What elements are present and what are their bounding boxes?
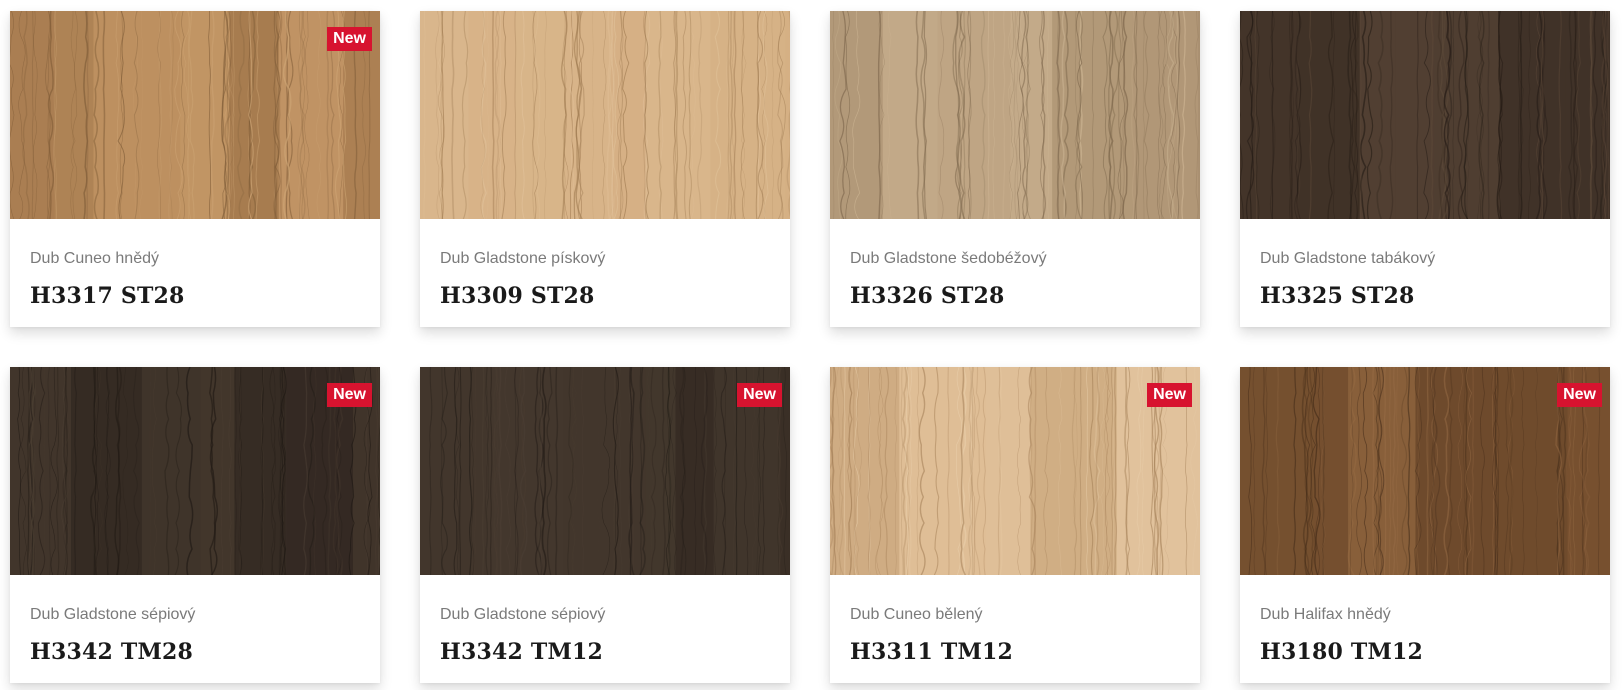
product-card-body: Dub Gladstone sépiový H3342 TM12 <box>420 575 790 683</box>
wood-swatch-image[interactable] <box>420 367 790 575</box>
product-name: Dub Cuneo hnědý <box>30 250 159 267</box>
product-card-body: Dub Gladstone tabákový H3325 ST28 <box>1240 219 1610 327</box>
product-code: H3342 TM28 <box>30 639 194 665</box>
product-card[interactable]: Dub Gladstone pískový H3309 ST28 <box>420 11 790 327</box>
new-badge: New <box>327 27 372 51</box>
new-badge: New <box>737 383 782 407</box>
product-name: Dub Halifax hnědý <box>1260 606 1391 623</box>
product-card[interactable]: New Dub Gladstone sépiový H3342 TM12 <box>420 367 790 683</box>
product-name: Dub Gladstone šedobéžový <box>850 250 1047 267</box>
product-code: H3317 ST28 <box>30 283 185 309</box>
product-card-body: Dub Gladstone pískový H3309 ST28 <box>420 219 790 327</box>
product-card-body: Dub Cuneo hnědý H3317 ST28 <box>10 219 380 327</box>
new-badge: New <box>1557 383 1602 407</box>
new-badge: New <box>1147 383 1192 407</box>
new-badge: New <box>327 383 372 407</box>
product-card[interactable]: New Dub Halifax hnědý H3180 TM12 <box>1240 367 1610 683</box>
wood-swatch-image[interactable] <box>1240 367 1610 575</box>
product-name: Dub Cuneo bělený <box>850 606 983 623</box>
product-name: Dub Gladstone sépiový <box>440 606 606 623</box>
product-name: Dub Gladstone pískový <box>440 250 606 267</box>
product-code: H3180 TM12 <box>1260 639 1424 665</box>
wood-swatch-image[interactable] <box>10 11 380 219</box>
product-code: H3311 TM12 <box>850 639 1014 665</box>
wood-swatch-image[interactable] <box>420 11 790 219</box>
product-code: H3342 TM12 <box>440 639 604 665</box>
wood-swatch-image[interactable] <box>830 367 1200 575</box>
product-card[interactable]: New Dub Cuneo bělený H3311 TM12 <box>830 367 1200 683</box>
product-card-body: Dub Gladstone sépiový H3342 TM28 <box>10 575 380 683</box>
product-name: Dub Gladstone tabákový <box>1260 250 1436 267</box>
product-card-body: Dub Halifax hnědý H3180 TM12 <box>1240 575 1610 683</box>
wood-swatch-image[interactable] <box>10 367 380 575</box>
product-card-body: Dub Cuneo bělený H3311 TM12 <box>830 575 1200 683</box>
product-code: H3325 ST28 <box>1260 283 1415 309</box>
product-card[interactable]: New Dub Gladstone sépiový H3342 TM28 <box>10 367 380 683</box>
product-card-body: Dub Gladstone šedobéžový H3326 ST28 <box>830 219 1200 327</box>
product-name: Dub Gladstone sépiový <box>30 606 196 623</box>
wood-swatch-image[interactable] <box>830 11 1200 219</box>
wood-swatch-image[interactable] <box>1240 11 1610 219</box>
product-code: H3309 ST28 <box>440 283 595 309</box>
product-card[interactable]: Dub Gladstone šedobéžový H3326 ST28 <box>830 11 1200 327</box>
product-card[interactable]: Dub Gladstone tabákový H3325 ST28 <box>1240 11 1610 327</box>
product-grid: New Dub Cuneo hnědý H3317 ST28 Dub Glads… <box>0 0 1622 690</box>
product-card[interactable]: New Dub Cuneo hnědý H3317 ST28 <box>10 11 380 327</box>
product-code: H3326 ST28 <box>850 283 1005 309</box>
